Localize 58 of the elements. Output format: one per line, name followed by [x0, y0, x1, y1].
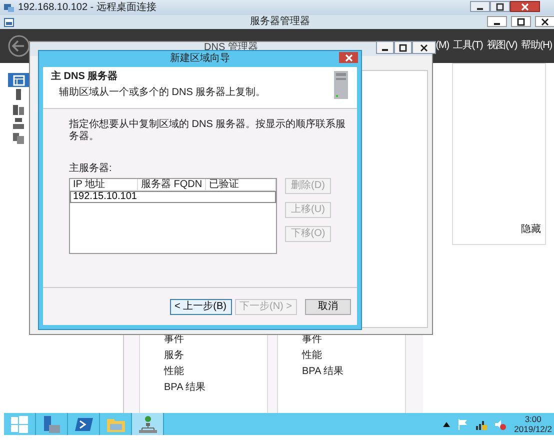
close-icon [541, 18, 549, 26]
server-icon [42, 416, 60, 432]
maximize-icon [496, 2, 504, 10]
back-icon[interactable] [8, 35, 30, 57]
clock-date: 2019/12/2 [514, 424, 552, 434]
column-header[interactable]: 服务器 FQDN [138, 179, 206, 190]
roles-icon [13, 118, 25, 129]
tile-item[interactable]: 性能 [302, 350, 405, 362]
tile-item[interactable]: BPA 结果 [302, 366, 405, 378]
minimize-button[interactable] [487, 16, 507, 27]
tile-item[interactable]: 性能 [164, 366, 267, 378]
network-icon [138, 416, 156, 432]
tile-item[interactable]: 服务 [164, 350, 267, 362]
maximize-button[interactable] [511, 16, 531, 27]
windows-icon [10, 416, 28, 432]
dashboard-icon [13, 74, 25, 86]
maximize-icon [517, 18, 525, 26]
servers-icon [13, 104, 25, 114]
taskbar-app[interactable] [132, 413, 164, 435]
close-icon [344, 52, 354, 62]
terminal-icon [74, 416, 92, 432]
close-icon [420, 44, 428, 52]
window-title: 服务器管理器 [250, 16, 310, 28]
close-button[interactable] [510, 1, 540, 12]
server-icon [333, 71, 349, 99]
wizard-subheading: 辅助区域从一个或多个的 DNS 服务器上复制。 [58, 87, 266, 99]
menu-item[interactable]: (M) [436, 40, 449, 52]
dialog-title: 新建区域向导 [170, 53, 230, 65]
clock-time: 3:00 [524, 414, 542, 424]
hide-link[interactable]: 隐藏 [521, 224, 541, 236]
maximize-button[interactable] [490, 1, 510, 12]
column-header[interactable]: 已验证 [206, 179, 276, 190]
menu-item[interactable]: 工具(T) [452, 40, 483, 52]
menu-item[interactable]: 视图(V) [486, 40, 518, 52]
close-icon [520, 2, 530, 12]
wizard-button[interactable]: 取消 [305, 298, 351, 314]
maximize-icon [399, 44, 407, 52]
window-title: 192.168.10.102 - 远程桌面连接 [18, 2, 156, 14]
wizard-heading: 主 DNS 服务器 [51, 71, 119, 83]
app-icon [4, 18, 14, 26]
speaker-muted-icon[interactable] [495, 418, 506, 430]
instruction-text: 指定你想要从中复制区域的 DNS 服务器。按显示的顺序联系服务器。 [69, 119, 347, 143]
menu-item[interactable]: 帮助(H) [521, 40, 552, 52]
tile-item[interactable]: BPA 结果 [164, 382, 267, 394]
list-label: 主服务器: [69, 163, 113, 175]
up-arrow-icon[interactable] [443, 422, 450, 426]
input-field[interactable]: 192.15.10.101 [70, 191, 276, 203]
connection-icon [4, 2, 14, 12]
minimize-button[interactable] [376, 41, 394, 54]
column-header[interactable]: IP 地址 [70, 179, 138, 190]
sidebar-item[interactable] [8, 73, 30, 87]
maximize-button[interactable] [394, 41, 412, 54]
files-icon [13, 132, 25, 144]
close-button[interactable] [535, 16, 554, 27]
close-button[interactable] [412, 41, 436, 54]
network-icon[interactable] [476, 418, 488, 430]
minimize-button[interactable] [470, 1, 490, 12]
wizard-button[interactable]: < 上一步(B) [170, 298, 232, 314]
